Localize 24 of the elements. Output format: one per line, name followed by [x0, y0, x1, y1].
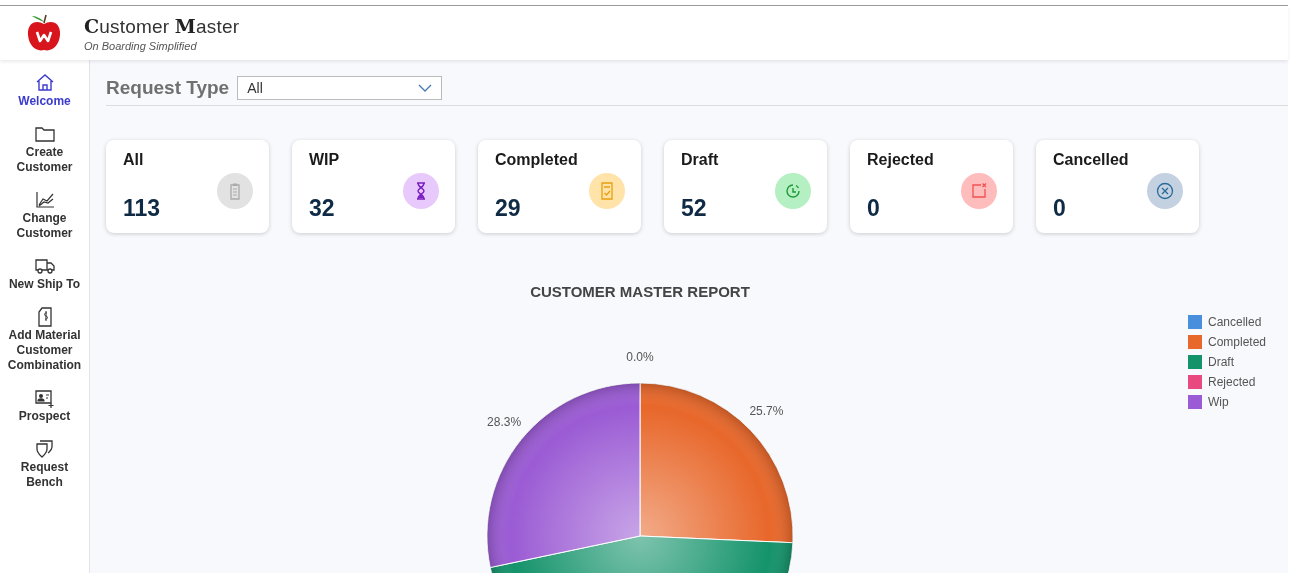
card-label: Draft [681, 151, 720, 169]
request-type-label: Request Type [106, 77, 230, 99]
card-label: Cancelled [1053, 151, 1130, 169]
card-count: 0 [867, 195, 880, 221]
data-label: 0.0% [626, 350, 654, 364]
card-label: All [123, 151, 145, 169]
app-title: Customer Master [84, 14, 240, 38]
card-label: WIP [309, 151, 341, 169]
card-count: 32 [309, 195, 335, 221]
card-count: 29 [495, 195, 521, 221]
card-label: Completed [495, 151, 579, 169]
legend-label: Completed [1208, 335, 1267, 349]
card-count: 52 [681, 195, 707, 221]
legend-label: Cancelled [1208, 315, 1262, 329]
chart-title: CUSTOMER MASTER REPORT [529, 283, 751, 300]
data-label: 28.3% [487, 414, 522, 429]
card-count: 113 [123, 195, 161, 221]
card-label: Rejected [867, 151, 935, 169]
legend-label: Wip [1208, 395, 1229, 409]
legend-label: Rejected [1208, 375, 1256, 389]
card-count: 0 [1053, 195, 1066, 221]
legend-label: Draft [1208, 355, 1234, 369]
app-subtitle: On Boarding Simplified [84, 39, 198, 52]
data-label: 25.7% [749, 404, 784, 418]
